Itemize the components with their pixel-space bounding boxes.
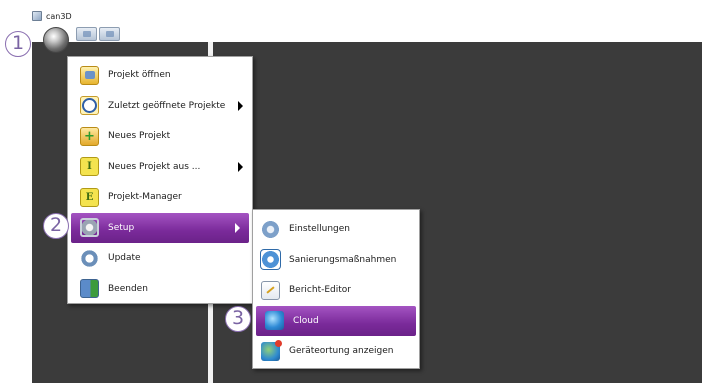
menu-item-label: Update bbox=[108, 253, 141, 264]
menu-item-label: Neues Projekt aus ... bbox=[108, 161, 201, 172]
setup-submenu: Einstellungen Sanierungsmaßnahmen Berich… bbox=[252, 209, 420, 369]
quick-access-toolbar bbox=[32, 24, 702, 42]
new-folder-icon bbox=[80, 126, 99, 146]
application-menu: Projekt öffnen Zuletzt geöffnete Projekt… bbox=[67, 56, 253, 304]
menu-item-zuletzt-geoeffnete-projekte[interactable]: Zuletzt geöffnete Projekte bbox=[68, 91, 252, 122]
submenu-item-einstellungen[interactable]: Einstellungen bbox=[253, 214, 419, 245]
settings-gears-icon bbox=[261, 219, 280, 239]
template-i-icon: I bbox=[80, 157, 99, 177]
submenu-item-geraeteortung-anzeigen[interactable]: Geräteortung anzeigen bbox=[253, 336, 419, 367]
menu-item-label: Cloud bbox=[293, 315, 319, 326]
menu-item-update[interactable]: Update bbox=[68, 243, 252, 274]
device-location-globe-icon bbox=[261, 339, 282, 361]
menu-item-label: Projekt-Manager bbox=[108, 192, 182, 203]
step-marker-1: 1 bbox=[5, 31, 31, 57]
menu-item-label: Einstellungen bbox=[289, 224, 351, 235]
recent-clock-icon bbox=[80, 96, 99, 116]
submenu-item-sanierungsmassnahmen[interactable]: Sanierungsmaßnahmen bbox=[253, 245, 419, 276]
menu-item-projekt-oeffnen[interactable]: Projekt öffnen bbox=[68, 60, 252, 91]
application-menu-button[interactable] bbox=[43, 27, 69, 53]
submenu-arrow-icon bbox=[238, 161, 243, 172]
update-arrows-icon bbox=[80, 248, 99, 268]
step-marker-2: 2 bbox=[43, 213, 69, 239]
menu-item-neues-projekt-aus[interactable]: I Neues Projekt aus ... bbox=[68, 152, 252, 183]
folder-open-icon bbox=[80, 65, 99, 85]
step-marker-3: 3 bbox=[225, 306, 251, 332]
title-bar: can3D bbox=[32, 8, 702, 24]
quick-access-button-2[interactable] bbox=[99, 27, 120, 41]
menu-item-label: Neues Projekt bbox=[108, 131, 171, 142]
menu-item-neues-projekt[interactable]: Neues Projekt bbox=[68, 121, 252, 152]
project-manager-e-icon: E bbox=[80, 187, 99, 207]
menu-item-label: Projekt öffnen bbox=[108, 70, 171, 81]
submenu-arrow-icon bbox=[238, 100, 243, 111]
cloud-globe-icon bbox=[265, 311, 284, 331]
menu-item-label: Setup bbox=[108, 222, 135, 233]
submenu-arrow-icon bbox=[235, 222, 240, 233]
app-icon bbox=[32, 11, 42, 21]
submenu-item-bericht-editor[interactable]: Bericht-Editor bbox=[253, 275, 419, 306]
submenu-item-cloud[interactable]: Cloud bbox=[256, 305, 416, 336]
menu-item-label: Beenden bbox=[108, 283, 148, 294]
window-title: can3D bbox=[46, 11, 72, 21]
gear-icon bbox=[80, 218, 99, 238]
menu-item-label: Geräteortung anzeigen bbox=[289, 346, 394, 357]
menu-item-beenden[interactable]: Beenden bbox=[68, 274, 252, 305]
quick-access-button-1[interactable] bbox=[76, 27, 97, 41]
app-window: can3D 1 2 3 Projekt öffnen Zuletzt geöff… bbox=[0, 0, 702, 383]
menu-item-label: Bericht-Editor bbox=[289, 285, 351, 296]
exit-door-icon bbox=[80, 279, 99, 299]
menu-item-setup[interactable]: Setup bbox=[71, 212, 249, 243]
renovation-measures-icon bbox=[261, 250, 280, 270]
menu-item-label: Sanierungsmaßnahmen bbox=[289, 254, 397, 265]
report-editor-icon bbox=[261, 280, 280, 300]
menu-item-label: Zuletzt geöffnete Projekte bbox=[108, 100, 226, 111]
menu-item-projekt-manager[interactable]: E Projekt-Manager bbox=[68, 182, 252, 213]
